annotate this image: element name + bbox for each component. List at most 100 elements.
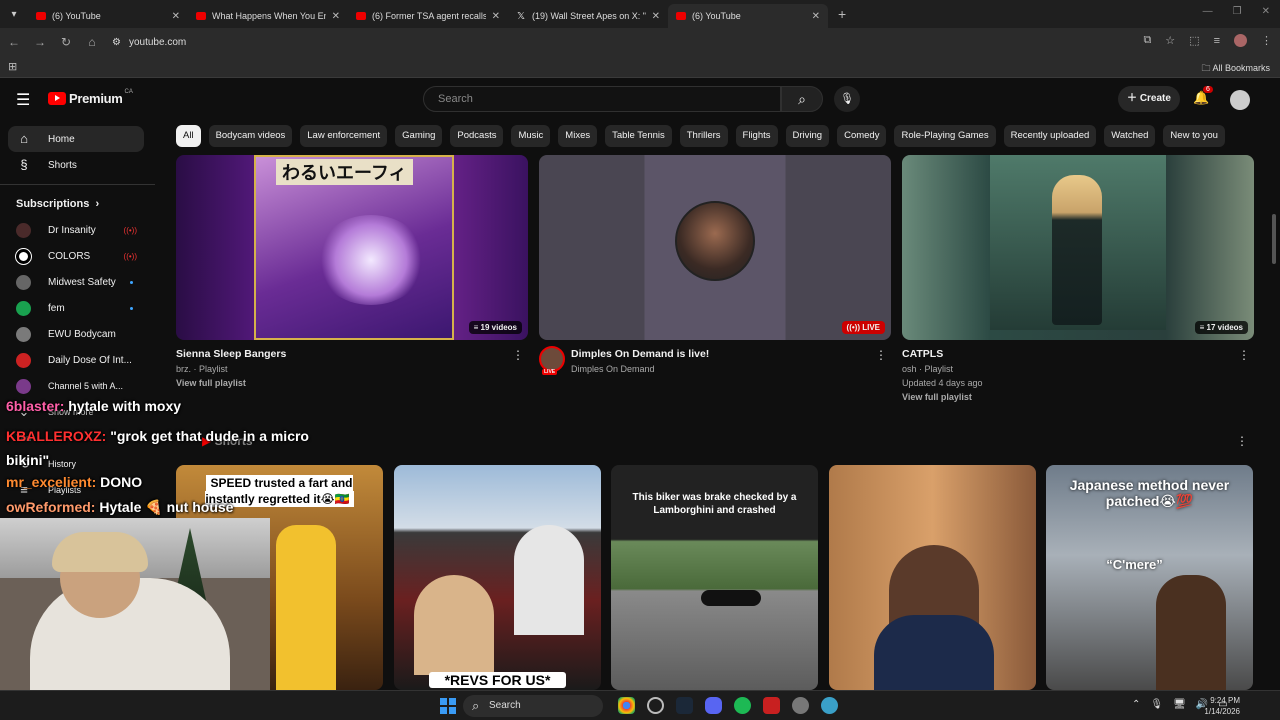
extensions-icon[interactable]: ⬚ bbox=[1189, 34, 1199, 47]
playlist-card[interactable]: ≡ 17 videos CATPLS osh · Playlist Update… bbox=[902, 155, 1254, 402]
close-icon[interactable]: ✕ bbox=[812, 11, 820, 22]
chevron-up-icon[interactable]: ⌃ bbox=[1132, 699, 1140, 710]
new-tab-icon[interactable]: + bbox=[838, 6, 846, 22]
microphone-icon[interactable]: 🎙 bbox=[1150, 699, 1163, 710]
search-icon[interactable]: ⌕ bbox=[781, 86, 823, 112]
sidebar-item-subscription[interactable]: Midwest Safety bbox=[0, 269, 155, 295]
browser-tab[interactable]: (6) Former TSA agent recalls m ✕ bbox=[348, 4, 508, 28]
chip[interactable]: Table Tennis bbox=[605, 125, 672, 147]
channel-name[interactable]: Dimples On Demand bbox=[571, 364, 709, 374]
playlist-title[interactable]: Sienna Sleep Bangers bbox=[176, 348, 528, 360]
browser-tab[interactable]: (6) YouTube ✕ bbox=[28, 4, 188, 28]
new-content-dot bbox=[130, 306, 133, 310]
live-title[interactable]: Dimples On Demand is live! bbox=[571, 348, 709, 360]
minimize-icon[interactable]: — bbox=[1203, 6, 1213, 17]
back-icon[interactable]: ← bbox=[2, 35, 26, 49]
create-button[interactable]: ＋ Create bbox=[1118, 86, 1180, 112]
more-options-icon[interactable]: ⋮ bbox=[1236, 434, 1248, 448]
menu-icon[interactable]: ⋮ bbox=[1261, 34, 1272, 47]
live-thumbnail[interactable]: ((•)) LIVE bbox=[539, 155, 891, 340]
chip[interactable]: Law enforcement bbox=[300, 125, 388, 147]
app-icon[interactable] bbox=[647, 697, 664, 714]
more-options-icon[interactable]: ⋮ bbox=[875, 348, 887, 362]
page-scrollbar[interactable] bbox=[1272, 214, 1276, 264]
media-icon[interactable]: ≡ bbox=[1214, 35, 1220, 47]
taskbar-search[interactable]: Search bbox=[463, 695, 603, 717]
spotify-icon[interactable] bbox=[734, 697, 751, 714]
playlist-thumbnail[interactable]: ≡ 17 videos bbox=[902, 155, 1254, 340]
close-icon[interactable]: ✕ bbox=[492, 11, 500, 22]
taskbar-clock[interactable]: 9:24 PM 1/14/2026 bbox=[1204, 695, 1240, 717]
bookmark-star-icon[interactable]: ☆ bbox=[1165, 34, 1175, 47]
chip[interactable]: Music bbox=[511, 125, 551, 147]
view-full-playlist-link[interactable]: View full playlist bbox=[176, 378, 528, 388]
chip[interactable]: Flights bbox=[735, 125, 778, 147]
sidebar-item-subscription[interactable]: Dr Insanity ((•)) bbox=[0, 217, 155, 243]
chrome-icon[interactable] bbox=[618, 697, 635, 714]
chip[interactable]: New to you bbox=[1163, 125, 1225, 147]
tab-search-icon[interactable]: ▾ bbox=[0, 0, 28, 28]
media-app-icon[interactable] bbox=[763, 697, 780, 714]
discord-icon[interactable] bbox=[705, 697, 722, 714]
steam-icon[interactable] bbox=[676, 697, 693, 714]
profile-avatar[interactable] bbox=[1234, 34, 1247, 47]
browser-tab-active[interactable]: (6) YouTube ✕ bbox=[668, 4, 828, 28]
sidebar-item-subscription[interactable]: COLORS ((•)) bbox=[0, 243, 155, 269]
home-icon[interactable]: ⌂ bbox=[80, 35, 104, 49]
chip[interactable]: Mixes bbox=[558, 125, 598, 147]
chip[interactable]: Thrillers bbox=[679, 125, 728, 147]
account-avatar[interactable] bbox=[1230, 90, 1250, 110]
chip[interactable]: Comedy bbox=[837, 125, 887, 147]
microphone-icon[interactable]: 🎙 bbox=[834, 86, 860, 112]
sidebar-item-subscription[interactable]: fem bbox=[0, 295, 155, 321]
sidebar-item-home[interactable]: ⌂ Home bbox=[8, 126, 144, 152]
short-card[interactable]: *REVS FOR US* bbox=[394, 465, 601, 690]
subscriptions-heading[interactable]: Subscriptions › bbox=[0, 191, 155, 217]
close-icon[interactable]: ✕ bbox=[332, 11, 340, 22]
sidebar-item-subscription[interactable]: EWU Bodycam bbox=[0, 321, 155, 347]
youtube-logo[interactable]: Premium CA bbox=[48, 89, 133, 106]
forward-icon[interactable]: → bbox=[28, 35, 52, 49]
close-window-icon[interactable]: ✕ bbox=[1262, 6, 1270, 17]
browser-app-icon[interactable] bbox=[821, 697, 838, 714]
short-card[interactable]: Japanese method never patched😭💯 “C'mere” bbox=[1046, 465, 1253, 690]
browser-tab[interactable]: What Happens When You Enter ✕ bbox=[188, 4, 348, 28]
chip[interactable]: Recently uploaded bbox=[1003, 125, 1097, 147]
chip[interactable]: Gaming bbox=[395, 125, 443, 147]
chip[interactable]: Podcasts bbox=[450, 125, 504, 147]
more-options-icon[interactable]: ⋮ bbox=[1238, 348, 1250, 362]
url-field[interactable]: ⚙ youtube.com bbox=[112, 37, 186, 48]
settings-icon[interactable] bbox=[792, 697, 809, 714]
chip[interactable]: Role-Playing Games bbox=[894, 125, 996, 147]
maximize-icon[interactable]: ❐ bbox=[1233, 6, 1242, 17]
install-icon[interactable]: ⧉ bbox=[1143, 34, 1151, 47]
notifications-bell-icon[interactable]: 🔔 6 bbox=[1193, 86, 1213, 106]
view-full-playlist-link[interactable]: View full playlist bbox=[902, 392, 1254, 402]
playlist-card[interactable]: わるいエーフィ ≡ 19 videos Sienna Sleep Bangers… bbox=[176, 155, 528, 388]
menu-hamburger-icon[interactable]: ☰ bbox=[16, 90, 30, 110]
playlist-thumbnail[interactable]: わるいエーフィ ≡ 19 videos bbox=[176, 155, 528, 340]
reload-icon[interactable]: ↻ bbox=[54, 35, 78, 49]
sidebar-item-subscription[interactable]: Daily Dose Of Int... bbox=[0, 347, 155, 373]
apps-grid-icon[interactable]: ⊞ bbox=[8, 60, 17, 73]
all-bookmarks[interactable]: 🗀 All Bookmarks bbox=[1201, 61, 1270, 77]
network-icon[interactable]: 🖥 bbox=[1173, 699, 1186, 710]
windows-start-icon[interactable] bbox=[440, 698, 456, 714]
chip-all[interactable]: All bbox=[176, 125, 201, 147]
sidebar-item-subscription[interactable]: Channel 5 with A... bbox=[0, 373, 155, 399]
playlist-title[interactable]: CATPLS bbox=[902, 348, 1254, 360]
close-icon[interactable]: ✕ bbox=[172, 11, 180, 22]
chip[interactable]: Watched bbox=[1104, 125, 1156, 147]
search-input[interactable]: Search bbox=[423, 86, 781, 112]
sidebar-item-shorts[interactable]: § Shorts bbox=[0, 152, 155, 178]
short-card[interactable]: This biker was brake checked by a Lambor… bbox=[611, 465, 818, 690]
live-card[interactable]: ((•)) LIVE LIVE Dimples On Demand is liv… bbox=[539, 155, 891, 375]
more-options-icon[interactable]: ⋮ bbox=[512, 348, 524, 362]
channel-avatar[interactable]: LIVE bbox=[539, 346, 565, 375]
browser-tab[interactable]: 𝕏 (19) Wall Street Apes on X: "Mu ✕ bbox=[508, 4, 668, 28]
site-info-icon[interactable]: ⚙ bbox=[112, 37, 121, 48]
close-icon[interactable]: ✕ bbox=[652, 11, 660, 22]
chip[interactable]: Bodycam videos bbox=[208, 125, 293, 147]
short-card[interactable] bbox=[829, 465, 1036, 690]
chip[interactable]: Driving bbox=[785, 125, 830, 147]
